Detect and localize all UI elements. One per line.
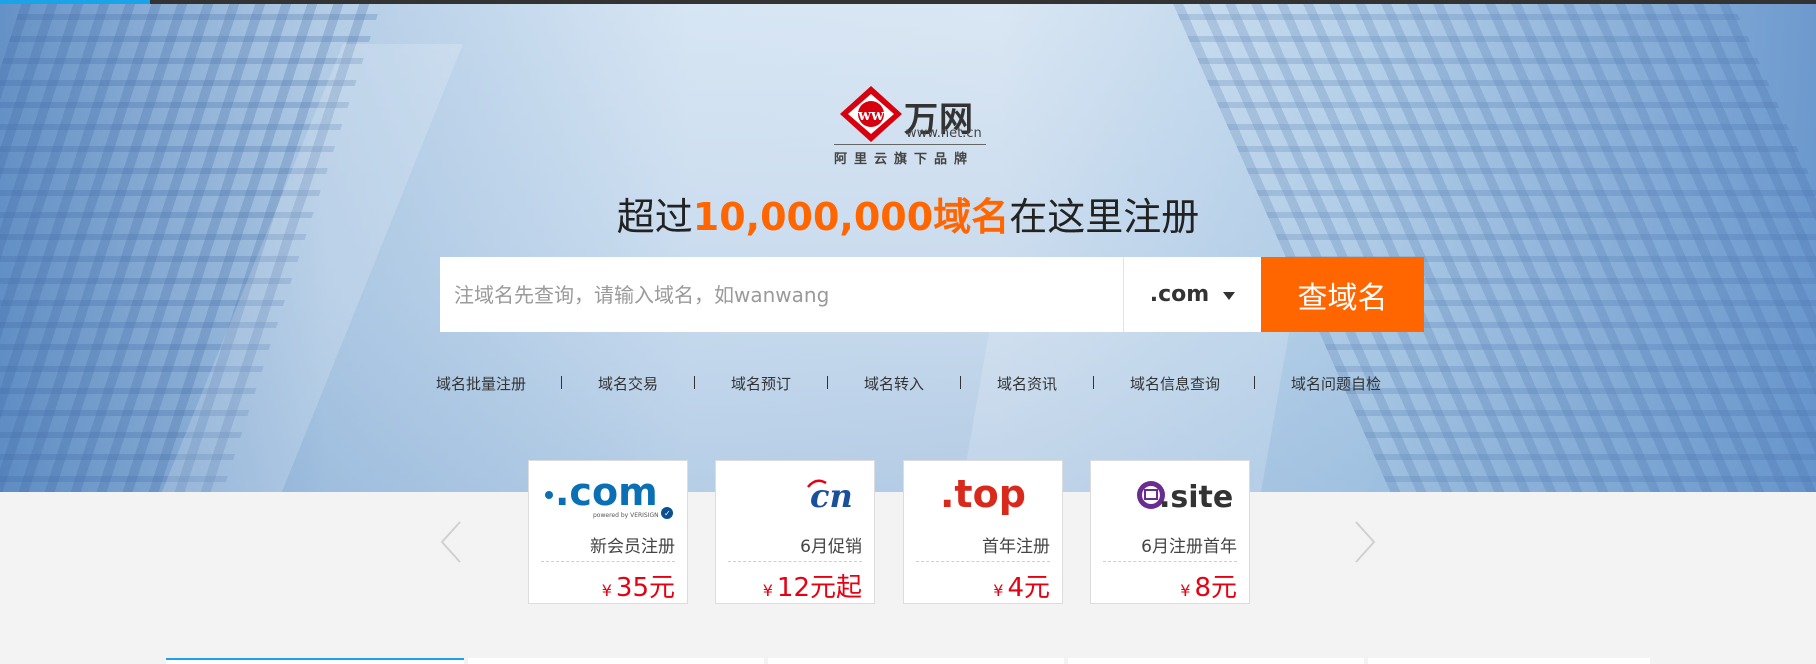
currency-symbol: ¥: [1180, 581, 1191, 600]
tld-logo-top: .top: [904, 469, 1062, 519]
tld-logo-site-text: .site: [1159, 480, 1233, 515]
page-headline: 超过10,000,000域名在这里注册: [0, 186, 1816, 241]
headline-highlight: 10,000,000域名: [692, 195, 1010, 239]
link-domain-reserve[interactable]: 域名预订: [731, 373, 791, 394]
bottom-tab[interactable]: [468, 658, 764, 664]
currency-symbol: ¥: [993, 581, 1004, 600]
tld-logo-com: .com powered by VERISIGN ✓: [529, 469, 687, 519]
tld-logo-cn-text: cn: [810, 477, 853, 515]
link-separator: [960, 376, 961, 389]
link-separator: [1093, 376, 1094, 389]
link-separator: [1254, 376, 1255, 389]
link-domain-selfcheck[interactable]: 域名问题自检: [1291, 373, 1381, 394]
price-value: 35元: [615, 573, 675, 603]
brand-logo[interactable]: ww 万网 www.net.cn 阿里云旗下品牌: [830, 78, 1000, 168]
promo-card-cn[interactable]: cn 6月促销 ¥12元起: [715, 460, 875, 604]
link-whois-lookup[interactable]: 域名信息查询: [1130, 373, 1220, 394]
tld-logo-site: .site: [1091, 469, 1249, 519]
promo-card-top[interactable]: .top 首年注册 ¥4元: [903, 460, 1063, 604]
tld-selected-value: .com: [1149, 282, 1210, 307]
svg-text:ww: ww: [857, 106, 885, 124]
link-domain-news[interactable]: 域名资讯: [997, 373, 1057, 394]
tld-logo-top-text: .top: [940, 472, 1026, 516]
price-value: 4元: [1007, 573, 1050, 603]
promo-price: ¥8元: [1180, 567, 1237, 604]
bottom-tab[interactable]: [1068, 658, 1364, 664]
promo-divider: [541, 561, 675, 562]
promo-price: ¥35元: [602, 567, 675, 604]
headline-suffix: 在这里注册: [1009, 195, 1200, 239]
tld-dropdown[interactable]: .com: [1123, 257, 1261, 332]
price-value: 12元起: [776, 573, 862, 603]
bottom-tab-strip: [166, 658, 1650, 664]
promo-divider: [1103, 561, 1237, 562]
search-domain-button[interactable]: 查域名: [1261, 257, 1424, 332]
chevron-right-icon: [1355, 521, 1376, 563]
link-domain-transfer[interactable]: 域名转入: [864, 373, 924, 394]
bottom-tab[interactable]: [166, 658, 464, 664]
chevron-left-icon: [440, 521, 461, 563]
bottom-tab[interactable]: [1368, 658, 1650, 664]
quick-links: 域名批量注册 域名交易 域名预订 域名转入 域名资讯 域名信息查询 域名问题自检: [420, 373, 1410, 395]
brand-url: www.net.cn: [906, 126, 982, 141]
promo-divider: [916, 561, 1050, 562]
promo-desc: 首年注册: [982, 537, 1050, 557]
tld-logo-com-caption: powered by VERISIGN: [593, 512, 659, 519]
bottom-tab[interactable]: [768, 658, 1064, 664]
link-domain-trade[interactable]: 域名交易: [598, 373, 658, 394]
tld-logo-cn: cn: [716, 469, 874, 519]
link-separator: [827, 376, 828, 389]
carousel-prev-button[interactable]: [438, 520, 464, 564]
link-bulk-register[interactable]: 域名批量注册: [436, 373, 526, 394]
currency-symbol: ¥: [762, 581, 773, 600]
promo-price: ¥4元: [993, 567, 1050, 604]
promo-card-com[interactable]: .com powered by VERISIGN ✓ 新会员注册 ¥35元: [528, 460, 688, 604]
page: ww 万网 www.net.cn 阿里云旗下品牌 超过10,000,000域名在…: [0, 0, 1816, 664]
brand-divider: [834, 144, 986, 145]
headline-prefix: 超过: [616, 195, 693, 239]
link-separator: [694, 376, 695, 389]
svg-text:✓: ✓: [664, 509, 671, 518]
tld-logo-com-text: .com: [555, 470, 658, 514]
caret-down-icon: [1223, 291, 1236, 300]
domain-search-input[interactable]: [440, 257, 1123, 332]
promo-price: ¥12元起: [763, 567, 862, 604]
promo-desc: 6月注册首年: [1141, 537, 1237, 557]
link-separator: [561, 376, 562, 389]
promo-desc: 新会员注册: [590, 537, 675, 557]
brand-slogan: 阿里云旗下品牌: [834, 152, 975, 167]
domain-search-bar: .com 查域名: [440, 257, 1424, 332]
promo-desc: 6月促销: [800, 537, 862, 557]
promo-divider: [728, 561, 862, 562]
promo-card-site[interactable]: .site 6月注册首年 ¥8元: [1090, 460, 1250, 604]
currency-symbol: ¥: [601, 581, 612, 600]
brand-diamond-icon: ww: [840, 86, 902, 142]
price-value: 8元: [1194, 573, 1237, 603]
carousel-next-button[interactable]: [1352, 520, 1378, 564]
